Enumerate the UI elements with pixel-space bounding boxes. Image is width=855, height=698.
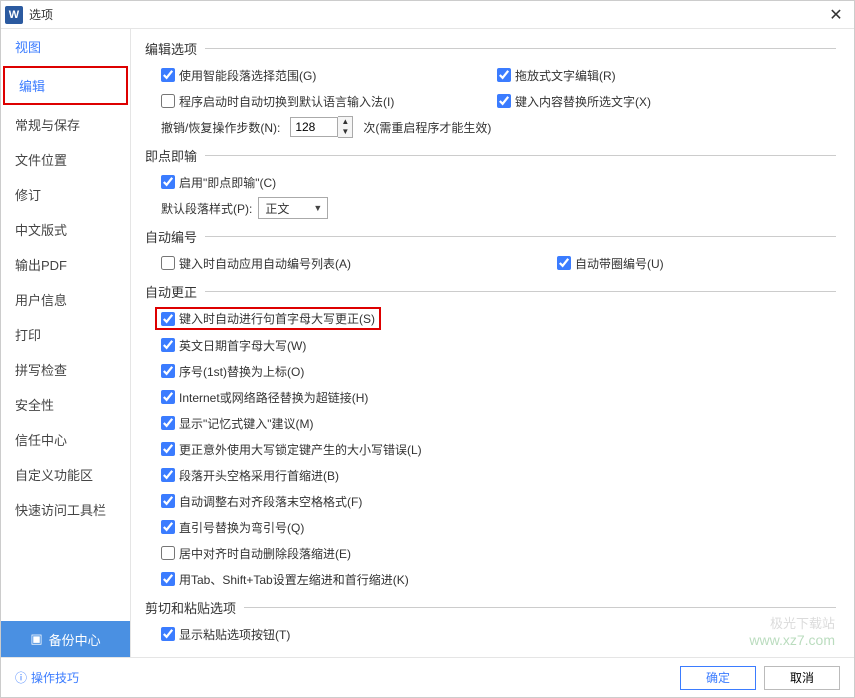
sidebar-item-view[interactable]: 视图 (1, 29, 130, 64)
cb-smart-quotes (161, 520, 175, 534)
section-title-click-type: 即点即输 (145, 146, 836, 165)
cb-tab-indent (161, 572, 175, 586)
cb-ordinal (161, 364, 175, 378)
sidebar-item-chinese-layout[interactable]: 中文版式 (1, 212, 130, 247)
cb-switch-ime (161, 94, 175, 108)
window-title: 选项 (29, 6, 822, 23)
tips-link[interactable]: ⓘ 操作技巧 (15, 669, 79, 686)
app-icon: W (5, 6, 23, 24)
checkbox-trailing-space[interactable]: 自动调整右对齐段落末空格格式(F) (161, 490, 836, 512)
checkbox-smart-paragraph[interactable]: 使用智能段落选择范围(G) (161, 67, 491, 84)
spin-down-icon[interactable]: ▼ (338, 127, 352, 137)
cb-capslock-fix (161, 442, 175, 456)
checkbox-weekday-cap[interactable]: 英文日期首字母大写(W) (161, 334, 836, 356)
cb-circle-number (557, 256, 571, 270)
section-title-cut-paste: 剪切和粘贴选项 (145, 598, 836, 617)
cancel-button[interactable]: 取消 (764, 666, 840, 690)
sidebar-item-edit[interactable]: 编辑 (3, 66, 128, 105)
checkbox-hyperlink[interactable]: Internet或网络路径替换为超链接(H) (161, 386, 836, 408)
cb-remove-indent-center (161, 546, 175, 560)
sidebar: 视图 编辑 常规与保存 文件位置 修订 中文版式 输出PDF 用户信息 打印 拼… (1, 29, 131, 657)
checkbox-first-line-indent[interactable]: 段落开头空格采用行首缩进(B) (161, 464, 836, 486)
backup-center-button[interactable]: ▣ 备份中心 (1, 621, 130, 657)
sidebar-item-security[interactable]: 安全性 (1, 387, 130, 422)
checkbox-tab-indent[interactable]: 用Tab、Shift+Tab设置左缩进和首行缩进(K) (161, 568, 836, 590)
backup-icon: ▣ (30, 631, 42, 647)
sidebar-item-output-pdf[interactable]: 输出PDF (1, 247, 130, 282)
sidebar-item-general[interactable]: 常规与保存 (1, 107, 130, 142)
undo-steps-field (290, 117, 338, 137)
cb-first-line-indent (161, 468, 175, 482)
content-panel: 编辑选项 使用智能段落选择范围(G) 拖放式文字编辑(R) 程序启动时自 (131, 29, 854, 657)
titlebar: W 选项 ✕ (1, 1, 854, 29)
checkbox-remove-indent-center[interactable]: 居中对齐时自动删除段落缩进(E) (161, 542, 836, 564)
lightbulb-icon: ⓘ (15, 669, 27, 686)
sidebar-item-customize-ribbon[interactable]: 自定义功能区 (1, 457, 130, 492)
default-para-select[interactable]: 正文 (258, 197, 328, 219)
close-icon[interactable]: ✕ (822, 5, 850, 25)
checkbox-replace-selection[interactable]: 键入内容替换所选文字(X) (497, 93, 836, 110)
sidebar-item-revision[interactable]: 修订 (1, 177, 130, 212)
cb-cap-first (161, 312, 175, 326)
checkbox-memory-typing[interactable]: 显示"记忆式键入"建议(M) (161, 412, 836, 434)
sidebar-item-print[interactable]: 打印 (1, 317, 130, 352)
sidebar-item-file-location[interactable]: 文件位置 (1, 142, 130, 177)
cb-weekday-cap (161, 338, 175, 352)
checkbox-smart-quotes[interactable]: 直引号替换为弯引号(Q) (161, 516, 836, 538)
cb-enable-click (161, 175, 175, 189)
backup-label: 备份中心 (49, 630, 101, 649)
checkbox-show-paste-btn[interactable]: 显示粘贴选项按钮(T) (161, 623, 836, 645)
cb-replace-selection (497, 94, 511, 108)
sidebar-item-quick-access[interactable]: 快速访问工具栏 (1, 492, 130, 527)
checkbox-drag-text-edit[interactable]: 拖放式文字编辑(R) (497, 67, 836, 84)
checkbox-cap-first[interactable]: 键入时自动进行句首字母大写更正(S) (155, 307, 381, 330)
ok-button[interactable]: 确定 (680, 666, 756, 690)
section-title-auto-number: 自动编号 (145, 227, 836, 246)
checkbox-enable-click[interactable]: 启用"即点即输"(C) (161, 171, 836, 193)
section-title-edit: 编辑选项 (145, 39, 836, 58)
cb-drag-text (497, 68, 511, 82)
checkbox-apply-list[interactable]: 键入时自动应用自动编号列表(A) (161, 255, 551, 272)
cb-smart-paragraph (161, 68, 175, 82)
section-title-auto-correct: 自动更正 (145, 282, 836, 301)
sidebar-item-trust-center[interactable]: 信任中心 (1, 422, 130, 457)
undo-steps-input[interactable]: ▲ ▼ (290, 116, 353, 138)
cb-trailing-space (161, 494, 175, 508)
spin-up-icon[interactable]: ▲ (338, 117, 352, 127)
checkbox-ordinal[interactable]: 序号(1st)替换为上标(O) (161, 360, 836, 382)
undo-steps-label: 撤销/恢复操作步数(N): (161, 119, 280, 136)
cb-memory-typing (161, 416, 175, 430)
sidebar-item-user-info[interactable]: 用户信息 (1, 282, 130, 317)
default-para-label: 默认段落样式(P): (161, 200, 252, 217)
footer: ⓘ 操作技巧 确定 取消 (1, 657, 854, 697)
checkbox-switch-ime[interactable]: 程序启动时自动切换到默认语言输入法(I) (161, 93, 491, 110)
cb-hyperlink (161, 390, 175, 404)
checkbox-capslock-fix[interactable]: 更正意外使用大写锁定键产生的大小写错误(L) (161, 438, 836, 460)
checkbox-circle-number[interactable]: 自动带圈编号(U) (557, 255, 836, 272)
cb-show-paste-btn (161, 627, 175, 641)
cb-apply-list (161, 256, 175, 270)
undo-steps-note: 次(需重启程序才能生效) (363, 119, 491, 136)
sidebar-item-spellcheck[interactable]: 拼写检查 (1, 352, 130, 387)
